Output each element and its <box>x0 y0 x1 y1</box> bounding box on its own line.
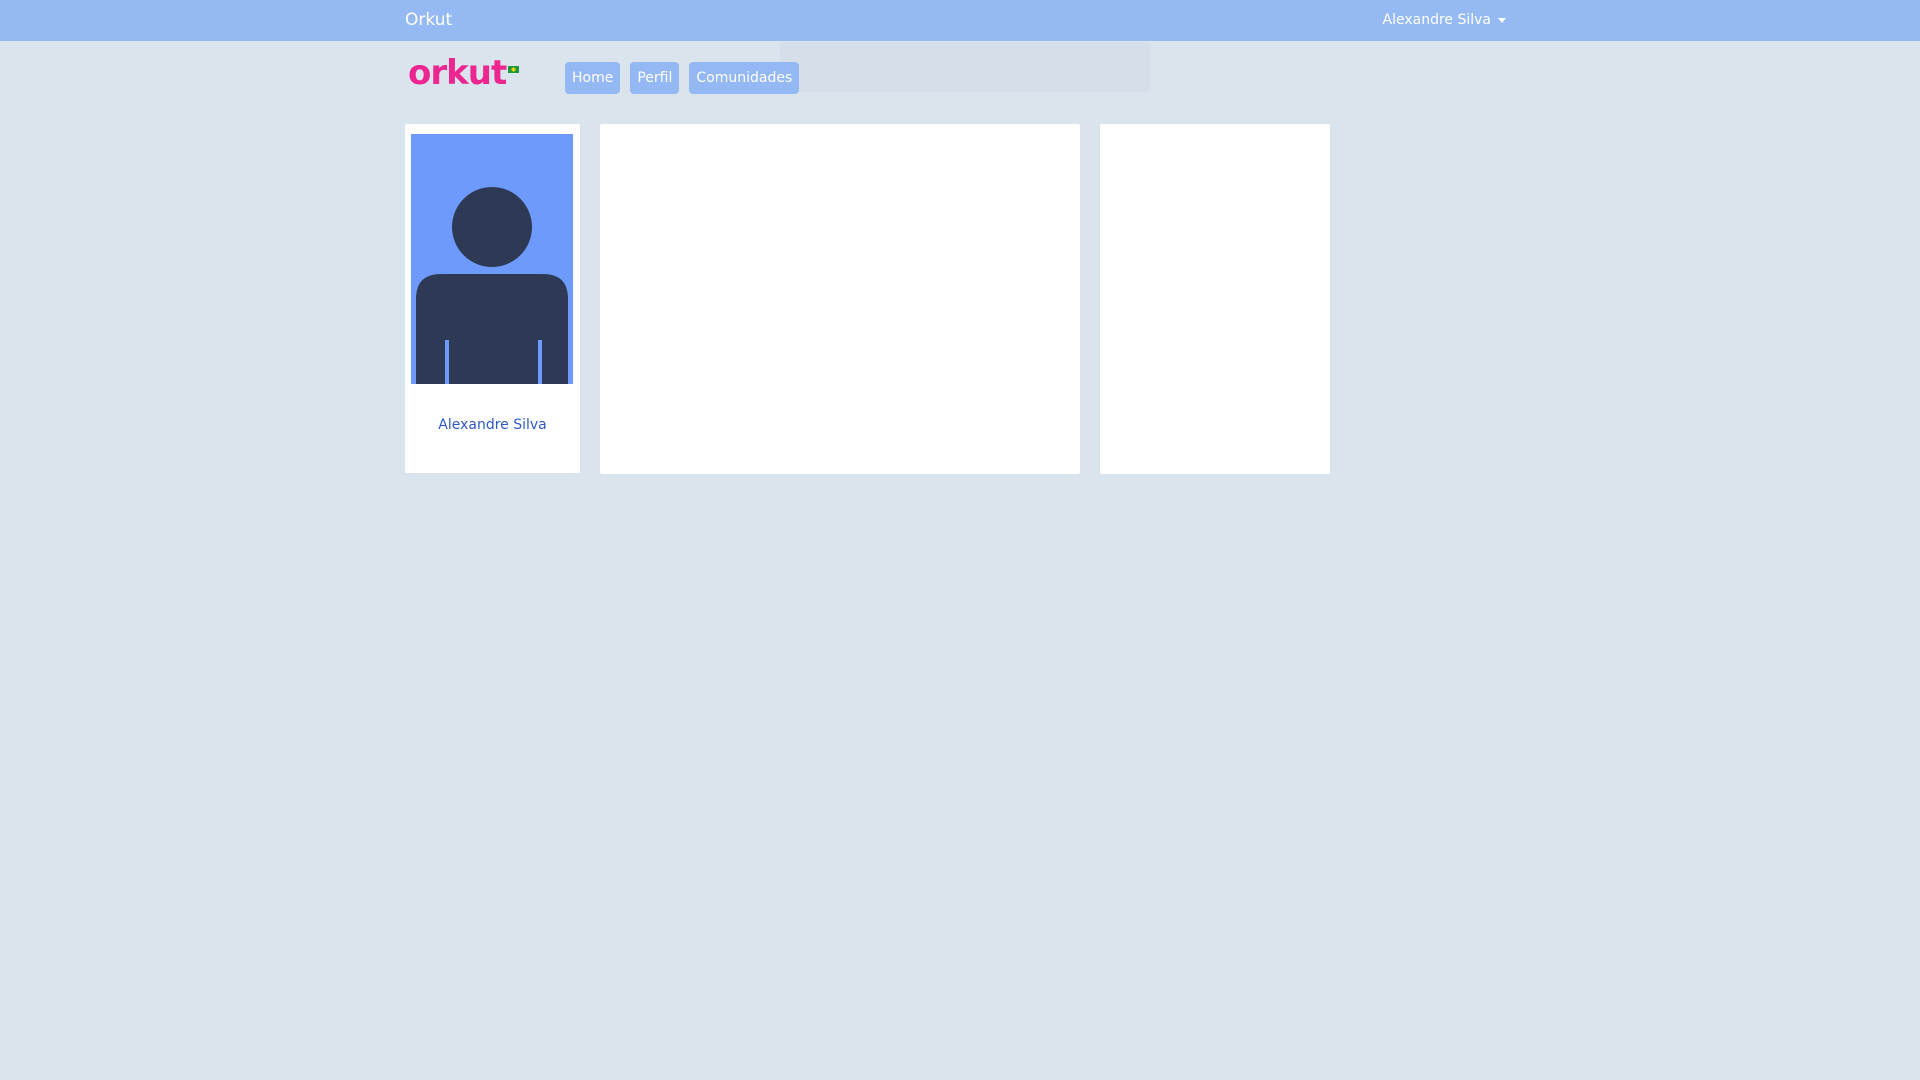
nav-home-button[interactable]: Home <box>565 62 621 94</box>
nav-backdrop <box>780 42 1150 92</box>
top-navbar: Orkut Alexandre Silva <box>0 0 1920 41</box>
chevron-down-icon <box>1498 17 1506 23</box>
profile-name-link[interactable]: Alexandre Silva <box>405 417 580 433</box>
user-menu-label: Alexandre Silva <box>1382 12 1492 28</box>
main-content-card <box>600 124 1080 474</box>
person-silhouette-icon[interactable] <box>411 134 573 384</box>
brazil-flag-icon <box>508 66 520 73</box>
user-menu-dropdown[interactable]: Alexandre Silva <box>1382 12 1506 28</box>
logo-text: orkut <box>408 53 507 93</box>
nav-comunidades-button[interactable]: Comunidades <box>689 62 800 94</box>
orkut-logo[interactable]: orkut <box>408 53 520 93</box>
right-sidebar-card <box>1100 124 1330 474</box>
profile-card: Alexandre Silva <box>405 124 580 473</box>
brand-link[interactable]: Orkut <box>405 10 452 30</box>
nav-perfil-button[interactable]: Perfil <box>630 62 680 94</box>
main-nav: Home Perfil Comunidades <box>565 62 800 94</box>
